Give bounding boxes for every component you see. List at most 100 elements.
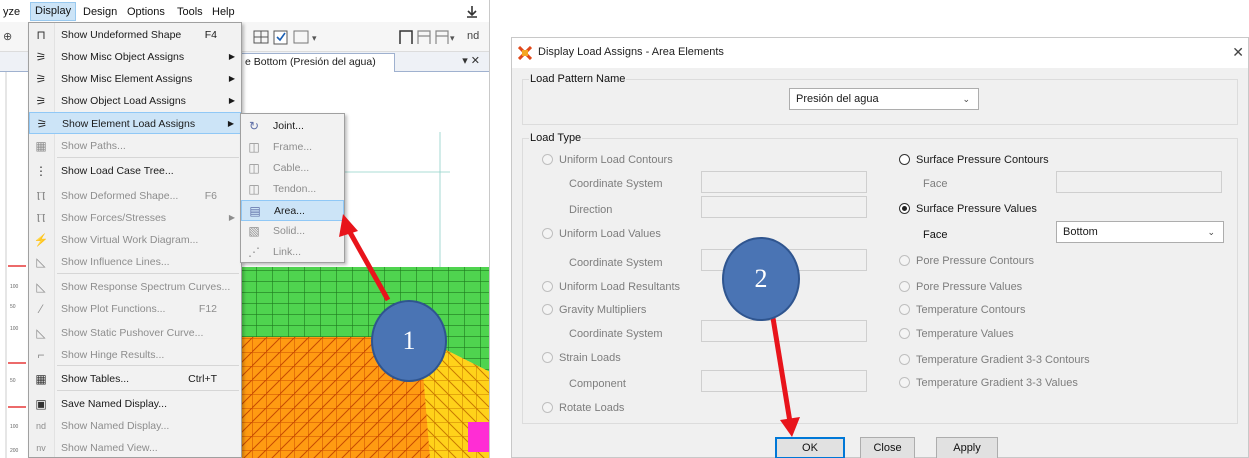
named-display-icon: nd [35, 421, 46, 431]
display-menu-item-show-virtual-work-diagram[interactable]: ⚡ Show Virtual Work Diagram... [29, 229, 241, 251]
svg-text:▾: ▾ [312, 33, 317, 43]
menu-item-label: Show Virtual Work Diagram... [61, 234, 199, 246]
menu-analyze[interactable]: yze [3, 3, 20, 21]
face-select[interactable]: Bottom ⌄ [1056, 221, 1224, 243]
display-menu-item-show-static-pushover-curve[interactable]: ◺ Show Static Pushover Curve... [29, 322, 241, 344]
face-select-value: Bottom [1063, 226, 1098, 238]
load-type-group-title: Load Type [529, 132, 583, 144]
menu-help[interactable]: Help [212, 3, 235, 21]
download-icon[interactable] [466, 6, 478, 18]
field-coordinate-system-1[interactable] [701, 171, 867, 193]
field-direction[interactable] [701, 196, 867, 218]
close-icon[interactable]: ✕ [1232, 44, 1244, 61]
misc-element-assigns-icon: ⚞ [35, 72, 47, 86]
display-menu-item-show-forces-stresses[interactable]: Ⲡ Show Forces/Stresses ▶ [29, 207, 241, 229]
menu-item-label: Show Response Spectrum Curves... [61, 281, 231, 293]
submenu-tendon[interactable]: ◫ Tendon... [241, 179, 344, 200]
display-menu-item-show-plot-functions[interactable]: ⁄ Show Plot Functions... F12 [29, 298, 241, 320]
menu-bar: yze Display Design Options Tools Help [0, 0, 489, 22]
link-icon: ⋰ [248, 245, 260, 259]
deformed-shape-icon: Ⲡ [36, 189, 46, 203]
menu-separator [57, 273, 239, 274]
display-menu-item-show-tables[interactable]: ▦ Show Tables... Ctrl+T [29, 368, 241, 390]
display-menu-item-show-hinge-results[interactable]: ⌐ Show Hinge Results... [29, 344, 241, 366]
load-pattern-group: Load Pattern Name Presión del agua ⌄ [522, 73, 1238, 125]
display-menu-item-show-influence-lines[interactable]: ◺ Show Influence Lines... [29, 251, 241, 273]
menu-options[interactable]: Options [127, 3, 165, 21]
menu-tools[interactable]: Tools [177, 3, 203, 21]
tab-controls[interactable]: ▾ ✕ [462, 54, 480, 67]
load-pattern-select[interactable]: Presión del agua ⌄ [789, 88, 979, 110]
svg-text:200: 200 [10, 448, 19, 454]
submenu-area[interactable]: ▤ Area... [241, 200, 344, 221]
left-scale-strip: 100 50 100 50 100 200 [0, 72, 26, 458]
label-coordinate-system-2: Coordinate System [569, 257, 663, 269]
chevron-down-icon: ⌄ [962, 94, 970, 104]
menu-separator [57, 157, 239, 158]
forces-stresses-icon: Ⲡ [36, 211, 46, 225]
display-menu-item-show-load-case-tree[interactable]: ⋮ Show Load Case Tree... [29, 160, 241, 182]
display-menu-item-show-paths[interactable]: ▦ Show Paths... [29, 135, 241, 157]
submenu-joint[interactable]: ↻ Joint... [241, 116, 344, 137]
display-menu-item-show-element-load-assigns[interactable]: ⚞ Show Element Load Assigns ▶ [29, 112, 241, 134]
tendon-icon: ◫ [248, 182, 260, 196]
svg-text:50: 50 [10, 304, 16, 310]
menu-item-label: Show Object Load Assigns [61, 95, 186, 107]
influence-lines-icon: ◺ [36, 255, 46, 269]
field-coordinate-system-3[interactable] [701, 320, 867, 342]
joint-icon: ↻ [248, 119, 260, 133]
plot-functions-icon: ⁄ [39, 302, 42, 316]
display-menu-item-show-named-display[interactable]: nd Show Named Display... [29, 415, 241, 437]
label-coordinate-system-3: Coordinate System [569, 328, 663, 340]
frame-icon: ◫ [248, 140, 260, 154]
load-pattern-value: Presión del agua [796, 93, 879, 105]
menu-design[interactable]: Design [83, 3, 117, 21]
display-menu-item-show-named-view[interactable]: nv Show Named View... [29, 437, 241, 458]
element-load-assigns-submenu: ↻ Joint... ◫ Frame... ◫ Cable... ◫ Tendo… [240, 113, 345, 263]
submenu-arrow-icon: ▶ [228, 213, 235, 222]
field-face-1[interactable] [1056, 171, 1222, 193]
area-icon: ▤ [249, 204, 261, 218]
label-face-1: Face [923, 178, 948, 190]
menu-item-shortcut: F4 [204, 29, 217, 41]
display-load-assigns-dialog: Display Load Assigns - Area Elements ✕ L… [511, 37, 1249, 458]
menu-item-label: Show Influence Lines... [61, 256, 170, 268]
menu-item-label: Show Plot Functions... [61, 303, 166, 315]
submenu-cable[interactable]: ◫ Cable... [241, 158, 344, 179]
dialog-title: Display Load Assigns - Area Elements [538, 46, 724, 58]
named-view-icon: nv [36, 443, 46, 453]
close-button[interactable]: Close [860, 437, 915, 458]
svg-text:100: 100 [10, 424, 19, 430]
submenu-link[interactable]: ⋰ Link... [241, 242, 344, 263]
display-menu-item-show-response-spectrum-curves[interactable]: ◺ Show Response Spectrum Curves... [29, 276, 241, 298]
object-load-assigns-icon: ⚞ [35, 94, 47, 108]
display-menu-item-save-named-display[interactable]: ▣ Save Named Display... [29, 393, 241, 415]
apply-button[interactable]: Apply [936, 437, 998, 458]
field-component[interactable] [701, 370, 867, 392]
display-menu-item-show-undeformed-shape[interactable]: ⊓ Show Undeformed Shape F4 [29, 24, 241, 46]
display-menu-item-show-misc-object-assigns[interactable]: ⚞ Show Misc Object Assigns ▶ [29, 46, 241, 68]
menu-item-label: Show Named Display... [61, 420, 170, 432]
menu-item-shortcut: F6 [204, 190, 217, 202]
misc-object-assigns-icon: ⚞ [35, 50, 47, 64]
tab-bottom-view[interactable]: e Bottom (Presión del agua) [240, 53, 395, 72]
menu-item-label: Show Hinge Results... [61, 349, 165, 361]
toolbar-icons[interactable]: ▾ [250, 28, 330, 46]
display-menu-item-show-deformed-shape[interactable]: Ⲡ Show Deformed Shape... F6 [29, 185, 241, 207]
menu-display[interactable]: Display [30, 2, 77, 21]
cable-icon: ◫ [248, 161, 260, 175]
submenu-solid[interactable]: ▧ Solid... [241, 221, 344, 242]
element-load-assigns-icon: ⚞ [36, 117, 48, 131]
display-menu-item-show-misc-element-assigns[interactable]: ⚞ Show Misc Element Assigns ▶ [29, 68, 241, 90]
label-direction: Direction [569, 204, 613, 216]
submenu-arrow-icon: ▶ [227, 119, 234, 128]
sap-logo-icon [518, 46, 532, 60]
ok-button[interactable]: OK [775, 437, 845, 458]
display-menu-item-show-object-load-assigns[interactable]: ⚞ Show Object Load Assigns ▶ [29, 90, 241, 112]
toolbar-nd-label[interactable]: nd [467, 30, 479, 42]
submenu-frame[interactable]: ◫ Frame... [241, 137, 344, 158]
frame-toolbar-icons[interactable]: ▾ [398, 28, 460, 46]
tables-icon: ▦ [35, 372, 47, 386]
menu-item-label: Show Element Load Assigns [62, 118, 196, 130]
zoom-icon[interactable]: ⊕ [3, 30, 12, 43]
